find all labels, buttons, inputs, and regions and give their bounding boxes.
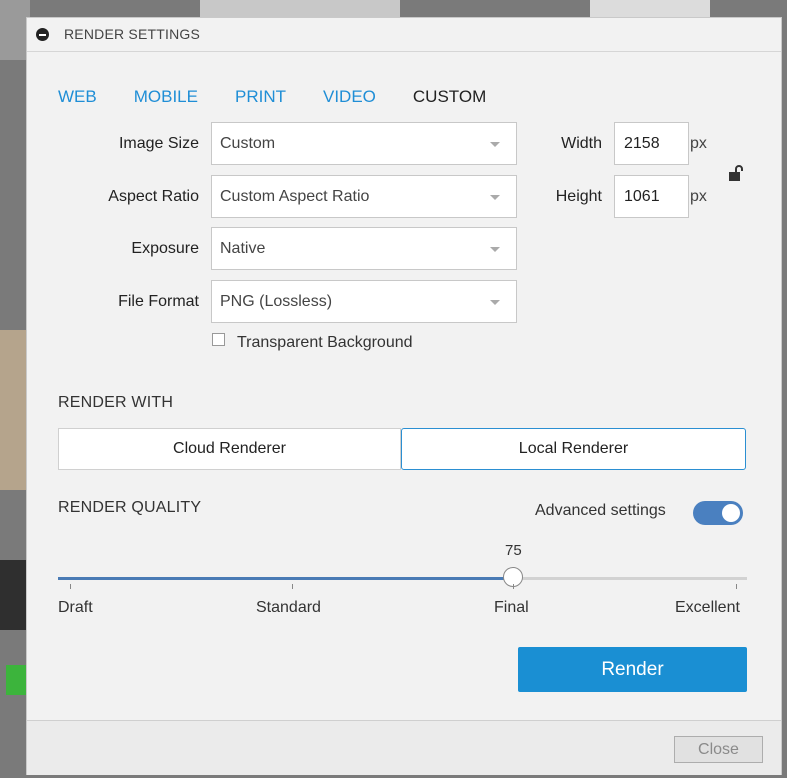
scene-block bbox=[0, 330, 26, 490]
exposure-dropdown[interactable]: Native bbox=[211, 227, 517, 270]
height-label: Height bbox=[555, 188, 602, 205]
chevron-down-icon bbox=[490, 300, 500, 305]
minus-circle-icon[interactable] bbox=[36, 28, 49, 41]
scene-block bbox=[0, 560, 26, 630]
panel-title: RENDER SETTINGS bbox=[64, 26, 201, 42]
aspect-ratio-label: Aspect Ratio bbox=[108, 188, 199, 205]
tick-label-final: Final bbox=[494, 599, 529, 616]
file-format-dropdown[interactable]: PNG (Lossless) bbox=[211, 280, 517, 323]
quality-slider-track[interactable] bbox=[58, 577, 747, 580]
close-button[interactable]: Close bbox=[674, 736, 763, 763]
scene-block bbox=[6, 665, 26, 695]
file-format-label: File Format bbox=[118, 293, 199, 310]
file-format-value: PNG (Lossless) bbox=[220, 293, 333, 310]
height-input[interactable]: 1061 bbox=[614, 175, 689, 218]
preset-tabs: WEB MOBILE PRINT VIDEO CUSTOM bbox=[58, 87, 523, 107]
image-size-label: Image Size bbox=[118, 135, 199, 152]
height-unit: px bbox=[690, 188, 707, 205]
advanced-settings-label: Advanced settings bbox=[535, 502, 666, 519]
tab-mobile[interactable]: MOBILE bbox=[134, 87, 198, 107]
scene-block bbox=[200, 0, 400, 17]
tab-custom[interactable]: CUSTOM bbox=[413, 87, 486, 107]
tab-print[interactable]: PRINT bbox=[235, 87, 286, 107]
chevron-down-icon bbox=[490, 247, 500, 252]
quality-slider-fill bbox=[58, 577, 513, 580]
slider-tick bbox=[292, 584, 293, 589]
width-unit: px bbox=[690, 135, 707, 152]
aspect-ratio-dropdown[interactable]: Custom Aspect Ratio bbox=[211, 175, 517, 218]
render-button[interactable]: Render bbox=[518, 647, 747, 692]
tick-label-excellent: Excellent bbox=[675, 599, 740, 616]
chevron-down-icon bbox=[490, 195, 500, 200]
tab-video[interactable]: VIDEO bbox=[323, 87, 376, 107]
quality-value: 75 bbox=[505, 542, 522, 559]
scene-block bbox=[590, 0, 710, 17]
advanced-settings-toggle[interactable] bbox=[693, 501, 743, 525]
slider-tick bbox=[70, 584, 71, 589]
local-renderer-option[interactable]: Local Renderer bbox=[401, 428, 746, 470]
cloud-renderer-option[interactable]: Cloud Renderer bbox=[58, 428, 401, 470]
panel-footer: Close bbox=[27, 720, 781, 775]
exposure-label: Exposure bbox=[131, 240, 199, 257]
width-label: Width bbox=[561, 135, 602, 152]
image-size-dropdown[interactable]: Custom bbox=[211, 122, 517, 165]
render-with-title: RENDER WITH bbox=[58, 394, 174, 411]
transparent-background-checkbox[interactable] bbox=[212, 333, 225, 346]
aspect-ratio-value: Custom Aspect Ratio bbox=[220, 188, 370, 205]
chevron-down-icon bbox=[490, 142, 500, 147]
transparent-background-label: Transparent Background bbox=[237, 334, 413, 351]
panel-titlebar: RENDER SETTINGS bbox=[27, 18, 781, 52]
exposure-value: Native bbox=[220, 240, 266, 257]
render-quality-title: RENDER QUALITY bbox=[58, 499, 202, 516]
tab-web[interactable]: WEB bbox=[58, 87, 97, 107]
slider-tick bbox=[513, 584, 514, 589]
tick-label-draft: Draft bbox=[58, 599, 93, 616]
width-input[interactable]: 2158 bbox=[614, 122, 689, 165]
tick-label-standard: Standard bbox=[256, 599, 321, 616]
slider-tick bbox=[736, 584, 737, 589]
toggle-knob bbox=[722, 504, 740, 522]
render-settings-panel: RENDER SETTINGS WEB MOBILE PRINT VIDEO C… bbox=[26, 17, 782, 775]
unlock-icon[interactable] bbox=[728, 164, 744, 182]
image-size-value: Custom bbox=[220, 135, 276, 152]
